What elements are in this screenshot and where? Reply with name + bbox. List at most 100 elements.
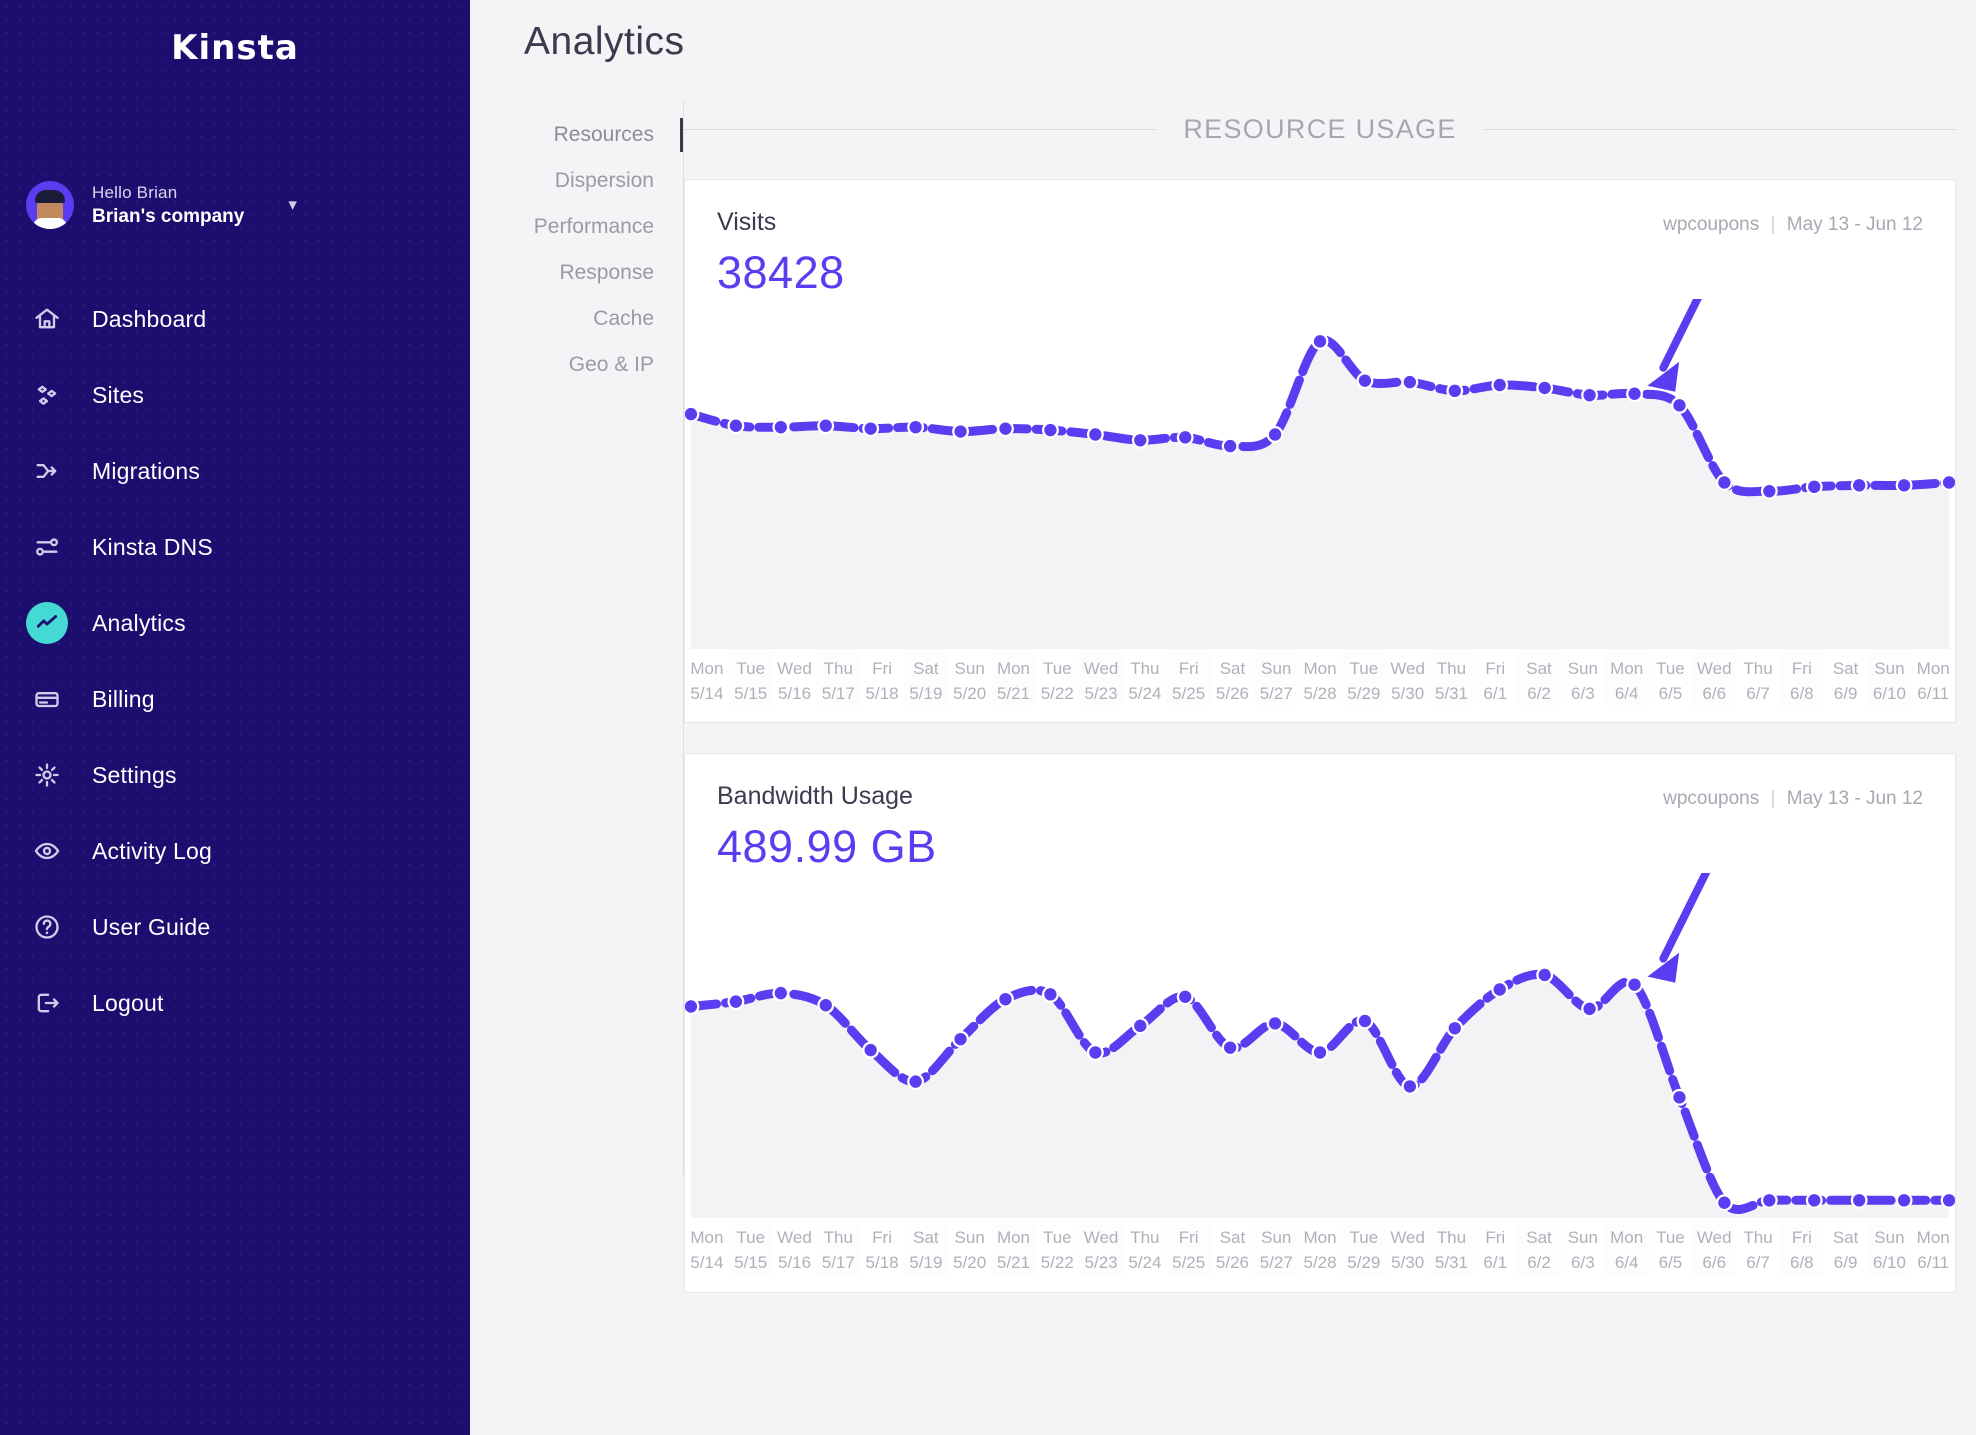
sidebar-item-label: Dashboard — [92, 305, 207, 332]
axis-tick-date: 6/6 — [1702, 1252, 1727, 1272]
sidebar-item-billing[interactable]: Billing — [0, 671, 470, 727]
tab-response[interactable]: Response — [559, 250, 654, 296]
axis-tick-date: 5/14 — [690, 1252, 724, 1272]
axis-tick: Wed 5/23 — [1079, 649, 1123, 707]
site-name: wpcoupons — [1663, 788, 1760, 810]
axis-tick: Mon 6/11 — [1911, 1218, 1955, 1275]
x-axis: Mon 5/14 Tue 5/15 Wed 5/16 Thu 5/17 Fri 5/18 Sat 5/… — [685, 649, 1955, 722]
sidebar-item-user-guide[interactable]: User Guide — [0, 899, 470, 955]
sidebar-item-logout[interactable]: Logout — [0, 975, 470, 1031]
axis-tick-date: 6/3 — [1571, 1252, 1595, 1272]
axis-tick-weekday: Sun — [1261, 659, 1292, 678]
axis-tick-date: 5/30 — [1391, 683, 1425, 703]
axis-tick: Sat 6/9 — [1824, 649, 1868, 706]
tab-resources[interactable]: Resources — [554, 112, 685, 158]
card-icon — [26, 678, 68, 720]
greeting-label: Hello Brian — [92, 182, 178, 202]
company-label: Brian's company — [92, 205, 245, 227]
profile-switcher[interactable]: Hello Brian Brian's company ▾ — [0, 157, 470, 253]
axis-tick-weekday: Tue — [736, 659, 766, 678]
axis-tick: Wed 5/30 — [1386, 1218, 1430, 1275]
eye-icon — [26, 830, 68, 872]
axis-tick-weekday: Mon — [1610, 659, 1644, 678]
avatar — [26, 181, 74, 229]
axis-tick-date: 5/23 — [1084, 683, 1118, 703]
axis-tick: Mon 6/4 — [1604, 649, 1649, 707]
axis-tick-date: 5/22 — [1040, 683, 1074, 703]
sidebar-item-settings[interactable]: Settings — [0, 747, 470, 803]
axis-tick-weekday: Tue — [736, 1228, 766, 1248]
cards-host: Visits wpcoupons | May 13 - Jun 12 38428… — [684, 179, 1956, 1293]
axis-tick: Tue 5/22 — [1035, 1218, 1079, 1275]
axis-tick: Wed 5/30 — [1386, 649, 1430, 706]
analytics-subnav: Resources Dispersion Performance Response Ca… — [470, 100, 685, 1323]
axis-tick: Tue 5/22 — [1035, 649, 1079, 706]
tab-performance[interactable]: Performance — [534, 204, 654, 250]
axis-tick: Thu 6/7 — [1736, 1218, 1780, 1275]
axis-tick: Fri 5/25 — [1166, 649, 1211, 707]
axis-tick-weekday: Sun — [1567, 659, 1598, 678]
sidebar-item-dashboard[interactable]: Dashboard — [0, 291, 470, 347]
dns-icon — [26, 526, 68, 568]
axis-tick: Fri 6/8 — [1779, 649, 1824, 707]
sidebar-item-migrations[interactable]: Migrations — [0, 443, 470, 499]
axis-tick-weekday: Mon — [1610, 1228, 1644, 1248]
axis-tick-weekday: Tue — [1656, 1228, 1685, 1248]
annotation-arrow-icon — [1647, 873, 1711, 983]
axis-tick-date: 5/30 — [1391, 1252, 1425, 1272]
axis-tick: Sun 6/10 — [1867, 1218, 1912, 1276]
axis-tick-weekday: Thu — [1436, 659, 1467, 678]
sidebar-item-activity-log[interactable]: Activity Log — [0, 823, 470, 879]
axis-tick: Mon 5/21 — [991, 649, 1036, 707]
axis-tick: Thu 6/7 — [1736, 649, 1780, 706]
page-title: Analytics — [524, 20, 685, 63]
axis-tick-weekday: Sun — [1874, 1228, 1905, 1248]
axis-tick-date: 6/9 — [1833, 1252, 1858, 1272]
axis-tick: Sun 5/20 — [948, 649, 992, 706]
axis-tick-weekday: Wed — [777, 1228, 812, 1248]
axis-tick: Sat 5/19 — [903, 649, 948, 707]
axis-tick-date: 5/15 — [734, 683, 768, 703]
profile-text: Hello Brian Brian's company — [92, 183, 244, 228]
axis-tick: Wed 5/16 — [773, 649, 817, 706]
axis-tick-date: 5/22 — [1040, 1252, 1074, 1272]
area-fill — [690, 974, 1950, 1219]
card-value: 489.99 GB — [717, 821, 937, 873]
sidebar-item-label: Migrations — [92, 457, 201, 484]
content-area: Resources Dispersion Performance Response Ca… — [470, 100, 1976, 1323]
axis-tick-date: 6/5 — [1658, 683, 1683, 703]
axis-tick-weekday: Wed — [1696, 659, 1732, 678]
axis-tick-weekday: Thu — [1130, 1228, 1160, 1248]
axis-tick: Thu 5/31 — [1429, 1218, 1474, 1276]
sidebar-item-kinsta-dns[interactable]: Kinsta DNS — [0, 519, 470, 575]
axis-tick: Sun 6/10 — [1867, 649, 1912, 707]
axis-tick-weekday: Sat — [1832, 659, 1859, 678]
axis-tick-weekday: Sat — [1219, 659, 1246, 678]
annotation-arrow-icon — [1647, 299, 1702, 392]
sidebar-item-label: Logout — [92, 989, 164, 1016]
sidebar-nav: Dashboard Sites Migrations Kinsta DNS Analyt… — [0, 291, 470, 1031]
avatar-hair — [35, 190, 65, 203]
sidebar-item-analytics[interactable]: Analytics — [0, 595, 470, 651]
tab-cache[interactable]: Cache — [593, 296, 654, 342]
axis-tick-weekday: Fri — [872, 1228, 892, 1248]
axis-tick: Mon 6/4 — [1604, 1218, 1649, 1276]
axis-tick-weekday: Mon — [996, 659, 1031, 678]
sidebar-item-label: Settings — [92, 761, 177, 788]
date-range: May 13 - Jun 12 — [1786, 788, 1923, 810]
chevron-down-icon[interactable]: ▾ — [288, 195, 297, 215]
axis-tick-weekday: Sat — [1219, 1228, 1246, 1248]
tab-geo-ip[interactable]: Geo & IP — [569, 342, 654, 388]
charts-column: RESOURCE USAGE Visits wpcoupons | May 13… — [684, 100, 1976, 1323]
axis-tick-weekday: Thu — [1743, 1228, 1773, 1248]
axis-tick: Mon 5/21 — [991, 1218, 1036, 1276]
axis-tick: Sun 6/3 — [1561, 1218, 1605, 1275]
axis-tick: Thu 5/31 — [1429, 649, 1474, 707]
sidebar-item-sites[interactable]: Sites — [0, 367, 470, 423]
tab-dispersion[interactable]: Dispersion — [555, 158, 654, 204]
axis-tick: Mon 5/28 — [1298, 1218, 1342, 1275]
date-range: May 13 - Jun 12 — [1786, 214, 1923, 235]
axis-tick-date: 5/24 — [1128, 683, 1162, 703]
sidebar-item-label: Analytics — [92, 609, 186, 636]
main-content: Analytics Resources Dispersion Performance… — [470, 0, 1976, 1435]
